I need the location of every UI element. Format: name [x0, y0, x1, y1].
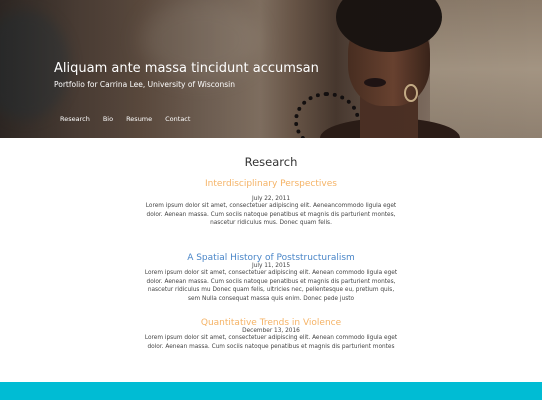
footer-bar [0, 382, 542, 400]
post-excerpt: Lorem ipsum dolor sit amet, consectetuer… [145, 203, 397, 227]
post-title-link[interactable]: A Spatial History of Poststructuralism [141, 253, 401, 263]
post-excerpt: Lorem ipsum dolor sit amet, consectetuer… [144, 335, 398, 350]
post-item: Interdisciplinary Perspectives July 22, … [141, 179, 401, 228]
nav-item-resume[interactable]: Resume [126, 115, 152, 123]
nav-item-research[interactable]: Research [60, 115, 90, 123]
post-title-link[interactable]: Quantitative Trends in Violence [141, 318, 401, 328]
hero-header: Aliquam ante massa tincidunt accumsan Po… [0, 0, 542, 138]
section-title: Research [244, 155, 298, 169]
main-nav: Research Bio Resume Contact [60, 115, 203, 123]
post-item: Quantitative Trends in Violence December… [141, 318, 401, 351]
post-excerpt: Lorem ipsum dolor sit amet, consectetuer… [144, 270, 398, 302]
post-item: A Spatial History of Poststructuralism J… [141, 253, 401, 303]
site-title: Aliquam ante massa tincidunt accumsan [54, 61, 319, 76]
post-title-link[interactable]: Interdisciplinary Perspectives [141, 179, 401, 189]
site-subtitle: Portfolio for Carrina Lee, University of… [54, 80, 235, 89]
nav-item-bio[interactable]: Bio [103, 115, 113, 123]
nav-item-contact[interactable]: Contact [165, 115, 190, 123]
